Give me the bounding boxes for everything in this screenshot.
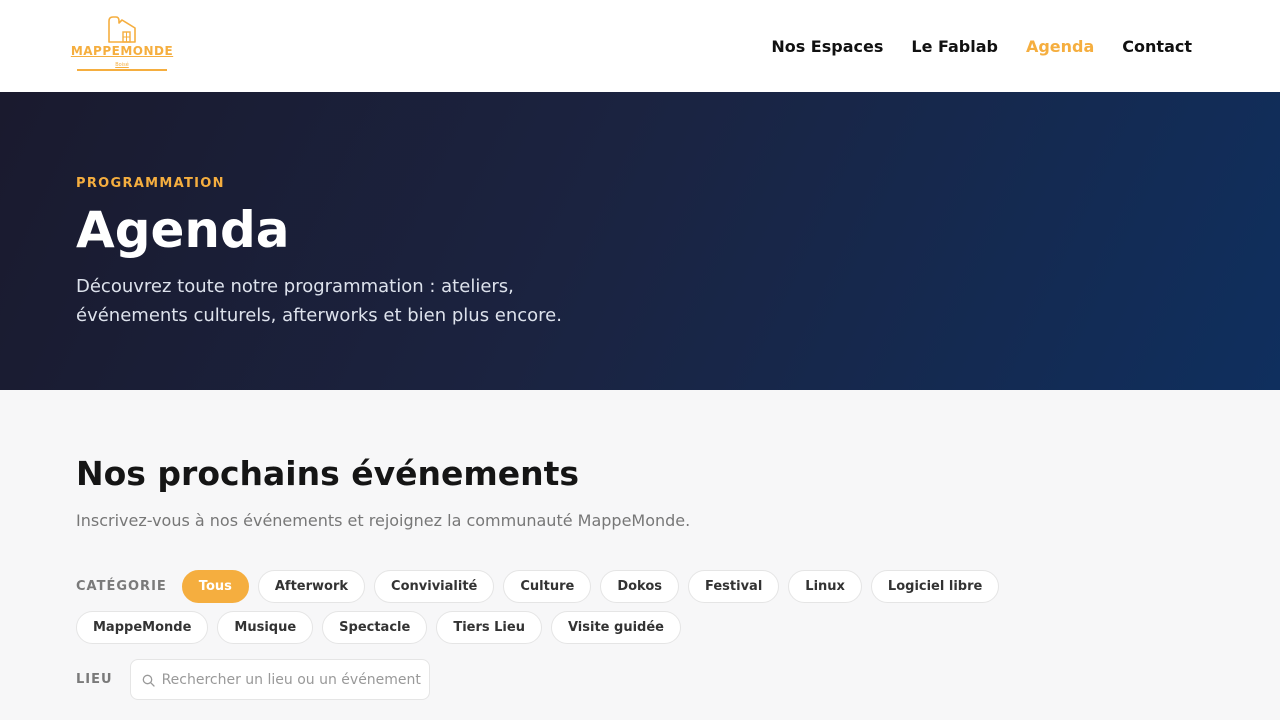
site-header: MAPPEMONDE Boisé Nos Espaces Le Fablab A…: [0, 0, 1280, 92]
site-logo[interactable]: MAPPEMONDE Boisé: [71, 15, 173, 77]
category-chip-visite-guidee[interactable]: Visite guidée: [550, 611, 681, 644]
category-chip-afterwork[interactable]: Afterwork: [257, 570, 366, 603]
logo-building-icon: [108, 16, 136, 43]
category-chip-dokos[interactable]: Dokos: [600, 570, 679, 603]
logo-underline: [77, 69, 167, 71]
category-chip-spectacle[interactable]: Spectacle: [322, 611, 428, 644]
page-title: Agenda: [76, 201, 290, 259]
location-label: LIEU: [76, 672, 113, 687]
category-label: CATÉGORIE: [76, 579, 167, 594]
events-section: Nos prochains événements Inscrivez-vous …: [0, 390, 1280, 700]
events-intro: Inscrivez-vous à nos événements et rejoi…: [76, 511, 691, 530]
search-icon: [142, 674, 155, 687]
hero-eyebrow: PROGRAMMATION: [76, 176, 225, 191]
hero-banner: PROGRAMMATION Agenda Découvrez toute not…: [0, 92, 1280, 390]
category-chip-culture[interactable]: Culture: [503, 570, 592, 603]
category-chip-tous[interactable]: Tous: [181, 570, 249, 603]
category-chip-linux[interactable]: Linux: [788, 570, 862, 603]
hero-description: Découvrez toute notre programmation : at…: [76, 276, 562, 326]
category-filters: CATÉGORIE Tous Afterwork Convivialité Cu…: [76, 570, 1136, 644]
location-search-box: [129, 659, 430, 700]
category-chip-tiers-lieu[interactable]: Tiers Lieu: [436, 611, 542, 644]
location-filter: LIEU: [76, 659, 1204, 700]
category-chip-festival[interactable]: Festival: [688, 570, 780, 603]
category-chip-logiciel-libre[interactable]: Logiciel libre: [870, 570, 1000, 603]
events-title: Nos prochains événements: [76, 454, 580, 493]
category-chip-musique[interactable]: Musique: [217, 611, 314, 644]
category-chip-mappemonde[interactable]: MappeMonde: [76, 611, 209, 644]
main-nav: Nos Espaces Le Fablab Agenda Contact: [771, 37, 1192, 56]
location-search-input[interactable]: [161, 660, 422, 699]
logo-subtext: Boisé: [115, 62, 129, 68]
logo-text: MAPPEMONDE: [70, 44, 174, 58]
nav-link-agenda[interactable]: Agenda: [1026, 37, 1094, 56]
nav-link-nos-espaces[interactable]: Nos Espaces: [771, 37, 883, 56]
nav-link-contact[interactable]: Contact: [1122, 37, 1192, 56]
category-chip-convivialite[interactable]: Convivialité: [374, 570, 495, 603]
nav-link-le-fablab[interactable]: Le Fablab: [911, 37, 998, 56]
